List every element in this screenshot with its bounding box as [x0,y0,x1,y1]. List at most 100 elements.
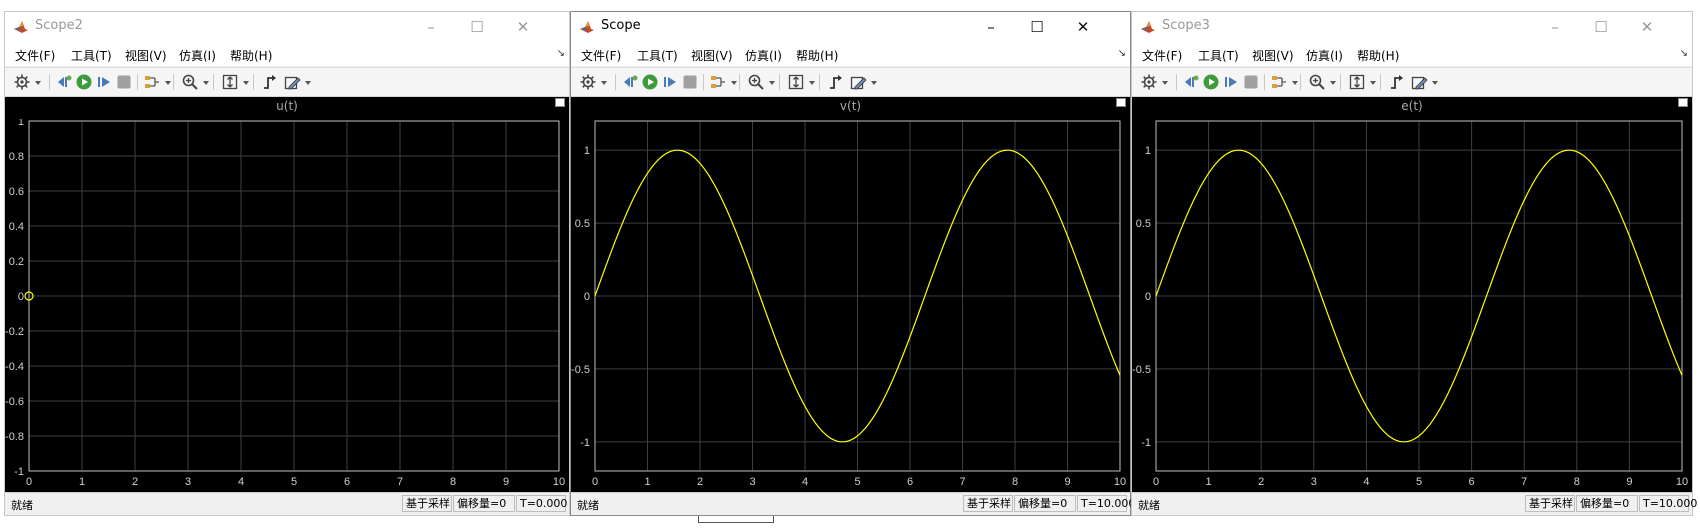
y-tick-label: -0.5 [571,364,590,376]
y-tick-label: -0.4 [5,361,24,373]
dropdown-arrow-icon[interactable] [1432,81,1438,85]
menu-overflow-icon[interactable]: ↘ [557,48,565,59]
signal-select-icon[interactable] [143,73,161,91]
menu-help[interactable]: 帮助(H) [1357,47,1399,64]
dropdown-arrow-icon[interactable] [1330,81,1336,85]
dropdown-arrow-icon[interactable] [731,81,737,85]
x-tick-label: 7 [397,476,403,488]
zoom-icon[interactable] [1308,73,1326,91]
title-bar[interactable]: Scope – ☐ ✕ [571,12,1130,42]
minimize-button[interactable]: – [408,12,454,42]
fit-axes-icon[interactable] [1348,73,1366,91]
title-bar[interactable]: Scope2 – ☐ ✕ [5,12,569,42]
step-forward-icon[interactable] [1222,73,1240,91]
run-icon[interactable] [1202,73,1220,91]
menu-help[interactable]: 帮助(H) [230,47,272,64]
style-icon[interactable] [849,73,867,91]
step-back-icon[interactable] [1182,73,1200,91]
y-tick-label: 1 [584,145,590,157]
run-icon[interactable] [641,73,659,91]
menu-file[interactable]: 文件(F) [15,47,55,64]
close-button[interactable]: ✕ [1060,12,1106,42]
dropdown-arrow-icon[interactable] [1292,81,1298,85]
maximize-button[interactable]: ☐ [1578,12,1624,42]
menu-view[interactable]: 视图(V) [1252,47,1294,64]
run-icon[interactable] [75,73,93,91]
menu-overflow-icon[interactable]: ↘ [1680,48,1688,59]
dropdown-arrow-icon[interactable] [243,81,249,85]
style-icon[interactable] [1410,73,1428,91]
minimize-button[interactable]: – [1532,12,1578,42]
triggers-icon[interactable] [261,73,279,91]
menu-file[interactable]: 文件(F) [1142,47,1182,64]
status-bar: 就绪 基于采样 偏移量=0 T=0.000 [5,492,569,515]
minimize-button[interactable]: – [968,12,1014,42]
menu-help[interactable]: 帮助(H) [796,47,838,64]
x-tick-label: 2 [697,476,703,488]
signal-select-icon[interactable] [1270,73,1288,91]
maximize-button[interactable]: ☐ [454,12,500,42]
axes-area[interactable]: 0 1 2 3 4 5 6 7 8 9 10 -1 -0.5 0 0.5 1 [1132,119,1692,493]
menu-file[interactable]: 文件(F) [581,47,621,64]
y-tick-label: 0.5 [1136,218,1151,230]
gear-icon[interactable] [579,73,597,91]
step-back-icon[interactable] [621,73,639,91]
menu-view[interactable]: 视图(V) [691,47,733,64]
title-bar[interactable]: Scope3 – ☐ ✕ [1132,12,1692,42]
toolbar-separator [703,74,704,90]
menu-simulation[interactable]: 仿真(I) [1306,47,1343,64]
menu-simulation[interactable]: 仿真(I) [179,47,216,64]
toolbar [5,67,569,97]
axes-area[interactable]: 0 1 2 3 4 5 6 7 8 9 10 -1 -0.8 -0.6 -0.4 -0.2 0 0.2 0.4 0.6… [5,119,569,493]
step-forward-icon[interactable] [661,73,679,91]
stop-icon[interactable] [1242,73,1260,91]
toolbar-separator [213,74,214,90]
close-button[interactable]: ✕ [500,12,546,42]
dropdown-arrow-icon[interactable] [871,81,877,85]
gear-icon[interactable] [1140,73,1158,91]
dropdown-arrow-icon[interactable] [35,81,41,85]
gear-icon[interactable] [13,73,31,91]
toolbar [571,67,1130,97]
x-tick-label: 2 [132,476,138,488]
step-forward-icon[interactable] [95,73,113,91]
maximize-button[interactable]: ☐ [1014,12,1060,42]
x-tick-label: 0 [1153,476,1159,488]
dropdown-arrow-icon[interactable] [203,81,209,85]
y-tick-label: 0 [18,291,24,303]
menu-tools[interactable]: 工具(T) [637,47,678,64]
zoom-icon[interactable] [747,73,765,91]
status-ready: 就绪 [1138,499,1160,512]
x-tick-label: 6 [1469,476,1475,488]
toolbar-separator [1300,74,1301,90]
scope-window-1: Scope2 – ☐ ✕ 文件(F) 工具(T) 视图(V) 仿真(I) 帮助(H) ↘ u(t) 0… [4,11,570,516]
menu-overflow-icon[interactable]: ↘ [1118,48,1126,59]
fit-axes-icon[interactable] [221,73,239,91]
triggers-icon[interactable] [1388,73,1406,91]
style-icon[interactable] [283,73,301,91]
y-tick-label: -1 [580,437,590,449]
fit-axes-icon[interactable] [787,73,805,91]
dropdown-arrow-icon[interactable] [1370,81,1376,85]
y-tick-label: 1 [1145,145,1151,157]
scope-window-2: Scope – ☐ ✕ 文件(F) 工具(T) 视图(V) 仿真(I) 帮助(H) ↘ v(t) 0 1… [570,11,1135,516]
menu-tools[interactable]: 工具(T) [1198,47,1239,64]
stop-icon[interactable] [115,73,133,91]
dropdown-arrow-icon[interactable] [165,81,171,85]
menu-view[interactable]: 视图(V) [125,47,167,64]
dropdown-arrow-icon[interactable] [769,81,775,85]
dropdown-arrow-icon[interactable] [809,81,815,85]
signal-select-icon[interactable] [709,73,727,91]
step-back-icon[interactable] [55,73,73,91]
dropdown-arrow-icon[interactable] [305,81,311,85]
menu-tools[interactable]: 工具(T) [71,47,112,64]
menu-simulation[interactable]: 仿真(I) [745,47,782,64]
axes-area[interactable]: 0 1 2 3 4 5 6 7 8 9 10 -1 -0.5 0 0.5 1 [571,119,1130,493]
close-button[interactable]: ✕ [1624,12,1670,42]
plot-svg: 0 1 2 3 4 5 6 7 8 9 10 -1 -0.5 0 0.5 1 [1132,120,1688,488]
dropdown-arrow-icon[interactable] [1162,81,1168,85]
triggers-icon[interactable] [827,73,845,91]
stop-icon[interactable] [681,73,699,91]
dropdown-arrow-icon[interactable] [601,81,607,85]
zoom-icon[interactable] [181,73,199,91]
